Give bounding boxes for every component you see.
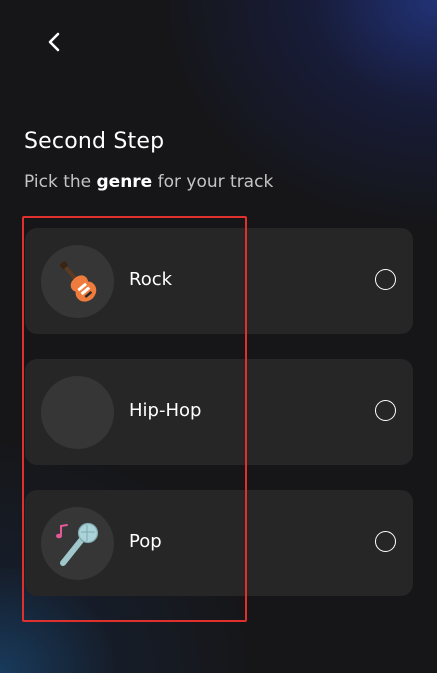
genre-icon-circle xyxy=(41,507,114,580)
genre-label-hip-hop: Hip-Hop xyxy=(129,400,202,421)
genre-list: Rock Hip-Hop Pop xyxy=(25,228,413,621)
genre-icon-circle xyxy=(41,245,114,318)
genre-option-pop[interactable]: Pop xyxy=(25,490,413,596)
genre-option-hip-hop[interactable]: Hip-Hop xyxy=(25,359,413,465)
genre-label-rock: Rock xyxy=(129,269,173,290)
subtitle-suffix: for your track xyxy=(152,172,274,192)
radio-button-hip-hop[interactable] xyxy=(375,400,396,421)
genre-label-pop: Pop xyxy=(129,531,162,552)
electric-guitar-icon xyxy=(59,260,96,302)
genre-option-rock[interactable]: Rock xyxy=(25,228,413,334)
chevron-left-icon xyxy=(48,32,60,52)
page-title: Second Step xyxy=(24,129,165,154)
page-subtitle: Pick the genre for your track xyxy=(24,172,273,192)
microphone-icon xyxy=(55,522,98,566)
subtitle-prefix: Pick the xyxy=(24,172,97,192)
radio-button-pop[interactable] xyxy=(375,531,396,552)
genre-icon-circle xyxy=(41,376,114,449)
subtitle-emphasis: genre xyxy=(96,172,153,192)
radio-button-rock[interactable] xyxy=(375,269,396,290)
back-button[interactable] xyxy=(38,26,70,58)
